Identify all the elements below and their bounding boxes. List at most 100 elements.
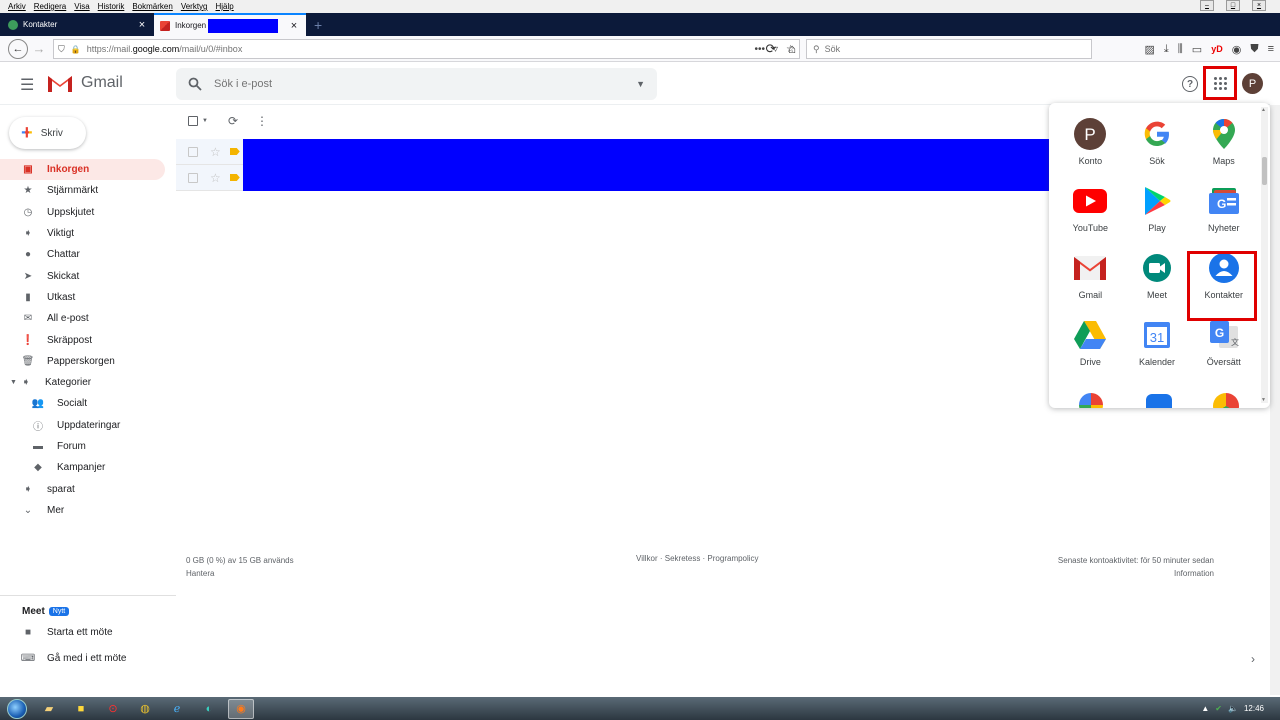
edge-icon[interactable]: ◐ <box>196 699 222 719</box>
sidebar-item-kategorier[interactable]: ▼ ➧ Kategorier <box>0 372 165 393</box>
details-link[interactable]: Information <box>1058 567 1214 580</box>
start-meeting-item[interactable]: ■ Starta ett möte <box>0 622 165 643</box>
apps-scrollbar[interactable]: ▲ ▼ <box>1261 107 1268 403</box>
important-marker-icon[interactable] <box>229 174 240 181</box>
app-gmail[interactable]: Gmail <box>1057 251 1124 306</box>
chrome-icon[interactable] <box>1213 393 1239 408</box>
policy-links[interactable]: Villkor · Sekretess · Programpolicy <box>636 554 759 563</box>
sidebar-item-papperskorgen[interactable]: 🗑 Papperskorgen <box>0 351 165 372</box>
select-dropdown-icon[interactable]: ▼ <box>202 118 208 124</box>
forward-icon[interactable]: → <box>28 38 50 60</box>
account-avatar[interactable]: P <box>1242 73 1263 94</box>
security-icon[interactable]: ✔ <box>1215 704 1222 713</box>
app-maps[interactable]: Maps <box>1190 117 1257 172</box>
lock-icon[interactable]: 🔒 <box>71 45 81 54</box>
search-options-icon[interactable]: ▼ <box>636 79 645 89</box>
sidebar-item-stjarnmarkt[interactable]: ★ Stjärnmärkt <box>0 180 165 201</box>
app-drive[interactable]: Drive <box>1057 318 1124 373</box>
url-bar[interactable]: ⛉ 🔒 https://mail. google.com/mail/u/0/#in… <box>53 39 800 59</box>
sidebar-item-inkorgen[interactable]: ▣ Inkorgen <box>0 159 165 181</box>
app-play[interactable]: Play <box>1124 184 1191 239</box>
volume-icon[interactable]: 🔈 <box>1228 704 1238 713</box>
menu-bokmarken[interactable]: Bokmärken <box>132 2 172 11</box>
menu-verktyg[interactable]: Verktyg <box>181 2 208 11</box>
app-oversatt[interactable]: G 文 Översätt <box>1190 318 1257 373</box>
sidebar-item-uppdateringar[interactable]: ⓘ Uppdateringar <box>0 415 165 436</box>
home-icon[interactable]: ⌂ <box>781 38 803 60</box>
sidebar-item-skrappost[interactable]: ❗ Skräppost <box>0 329 165 350</box>
library-icon[interactable]: ⫼ <box>1178 43 1183 56</box>
app-youtube[interactable]: YouTube <box>1057 184 1124 239</box>
app-nyheter[interactable]: G Nyheter <box>1190 184 1257 239</box>
reload-icon[interactable]: ⟳ <box>760 38 782 60</box>
close-tab-icon[interactable]: × <box>136 19 148 31</box>
extension-icon[interactable]: ⛊ <box>1250 43 1258 56</box>
menu-arkiv[interactable]: Arkiv <box>8 2 26 11</box>
sidebar-item-viktigt[interactable]: ➧ Viktigt <box>0 223 165 244</box>
select-all-checkbox[interactable] <box>188 116 198 126</box>
account-circle-icon[interactable]: ◉ <box>1232 43 1242 56</box>
shield-icon[interactable]: ⛉ <box>58 44 65 55</box>
row-checkbox[interactable] <box>188 172 198 183</box>
app-meet[interactable]: Meet <box>1124 251 1191 306</box>
maximize-icon[interactable]: □ <box>1226 0 1240 11</box>
row-checkbox[interactable] <box>188 146 198 157</box>
menu-redigera[interactable]: Redigera <box>34 2 66 11</box>
start-button[interactable] <box>4 697 30 720</box>
close-window-icon[interactable]: × <box>1252 0 1266 11</box>
join-meeting-item[interactable]: ⌨ Gå med i ett möte <box>0 648 165 669</box>
important-marker-icon[interactable] <box>229 148 240 155</box>
search-icon[interactable] <box>188 77 202 91</box>
menu-hjalp[interactable]: Hjälp <box>216 2 234 11</box>
gmail-logo[interactable]: Gmail <box>47 73 123 93</box>
sidebar-item-forum[interactable]: ▬ Forum <box>0 436 165 457</box>
google-apps-button[interactable] <box>1203 66 1237 100</box>
download-icon[interactable]: ⤓ <box>1164 43 1169 56</box>
tab-kontakter[interactable]: Kontakter × <box>2 13 154 36</box>
opera-icon[interactable]: ⊙ <box>100 699 126 719</box>
sidebar-item-skickat[interactable]: ➤ Skickat <box>0 265 165 286</box>
manage-link[interactable]: Hantera <box>186 567 294 580</box>
refresh-icon[interactable]: ⟳ <box>228 114 238 128</box>
app-sok[interactable]: Sök <box>1124 117 1191 172</box>
more-options-icon[interactable]: ⋮ <box>256 114 268 128</box>
firefox-taskbar-icon[interactable]: ◉ <box>228 698 254 719</box>
sidebar-item-mer[interactable]: ⌄ Mer <box>0 500 165 521</box>
scroll-thumb[interactable] <box>1262 157 1267 185</box>
explorer-icon[interactable]: ▰ <box>36 699 62 719</box>
expand-arrow-icon[interactable]: ▼ <box>10 379 20 386</box>
menu-icon[interactable]: ≡ <box>1268 43 1274 55</box>
mail-search-input[interactable] <box>214 78 637 90</box>
sidebar-item-all-e-post[interactable]: ✉ All e-post <box>0 308 165 329</box>
back-icon[interactable]: ← <box>8 38 28 59</box>
star-icon[interactable]: ☆ <box>210 171 221 185</box>
sidebar-item-sparat[interactable]: ➧ sparat <box>0 478 165 499</box>
menu-historik[interactable]: Historik <box>98 2 125 11</box>
mail-search-bar[interactable]: ▼ <box>176 68 657 100</box>
duo-icon[interactable] <box>1146 394 1172 408</box>
menu-visa[interactable]: Visa <box>74 2 89 11</box>
clock[interactable]: 12:46 <box>1244 704 1264 713</box>
browser-search-field[interactable]: ⚲ Sök <box>806 39 1092 59</box>
tracking-icon[interactable]: ▨ <box>1144 43 1154 56</box>
star-icon[interactable]: ☆ <box>210 145 221 159</box>
sidebar-item-kampanjer[interactable]: ◆ Kampanjer <box>0 457 165 478</box>
sidebar-item-utkast[interactable]: ▮ Utkast <box>0 287 165 308</box>
sidebar-item-socialt[interactable]: 👥 Socialt <box>0 393 165 414</box>
compose-button[interactable]: + Skriv <box>9 117 86 149</box>
scroll-up-icon[interactable]: ▲ <box>1261 107 1266 113</box>
expand-side-panel-icon[interactable]: › <box>1251 652 1255 666</box>
sidebar-item-chattar[interactable]: ● Chattar <box>0 244 165 265</box>
minimize-icon[interactable]: – <box>1200 0 1214 11</box>
sidebar-item-uppskjutet[interactable]: ◷ Uppskjutet <box>0 202 165 223</box>
addon-icon[interactable]: yD <box>1211 44 1223 54</box>
photos-icon[interactable] <box>1079 393 1103 408</box>
new-tab-icon[interactable]: + <box>306 13 330 36</box>
notes-icon[interactable]: ■ <box>68 699 94 719</box>
chrome-taskbar-icon[interactable]: ◍ <box>132 699 158 719</box>
network-icon[interactable]: ▲ <box>1201 704 1209 713</box>
app-konto[interactable]: P Konto <box>1057 117 1124 172</box>
close-tab-icon[interactable]: × <box>288 20 300 32</box>
tab-inkorgen[interactable]: Inkorgen - p × <box>154 13 306 36</box>
ie-icon[interactable]: ℯ <box>164 699 190 719</box>
